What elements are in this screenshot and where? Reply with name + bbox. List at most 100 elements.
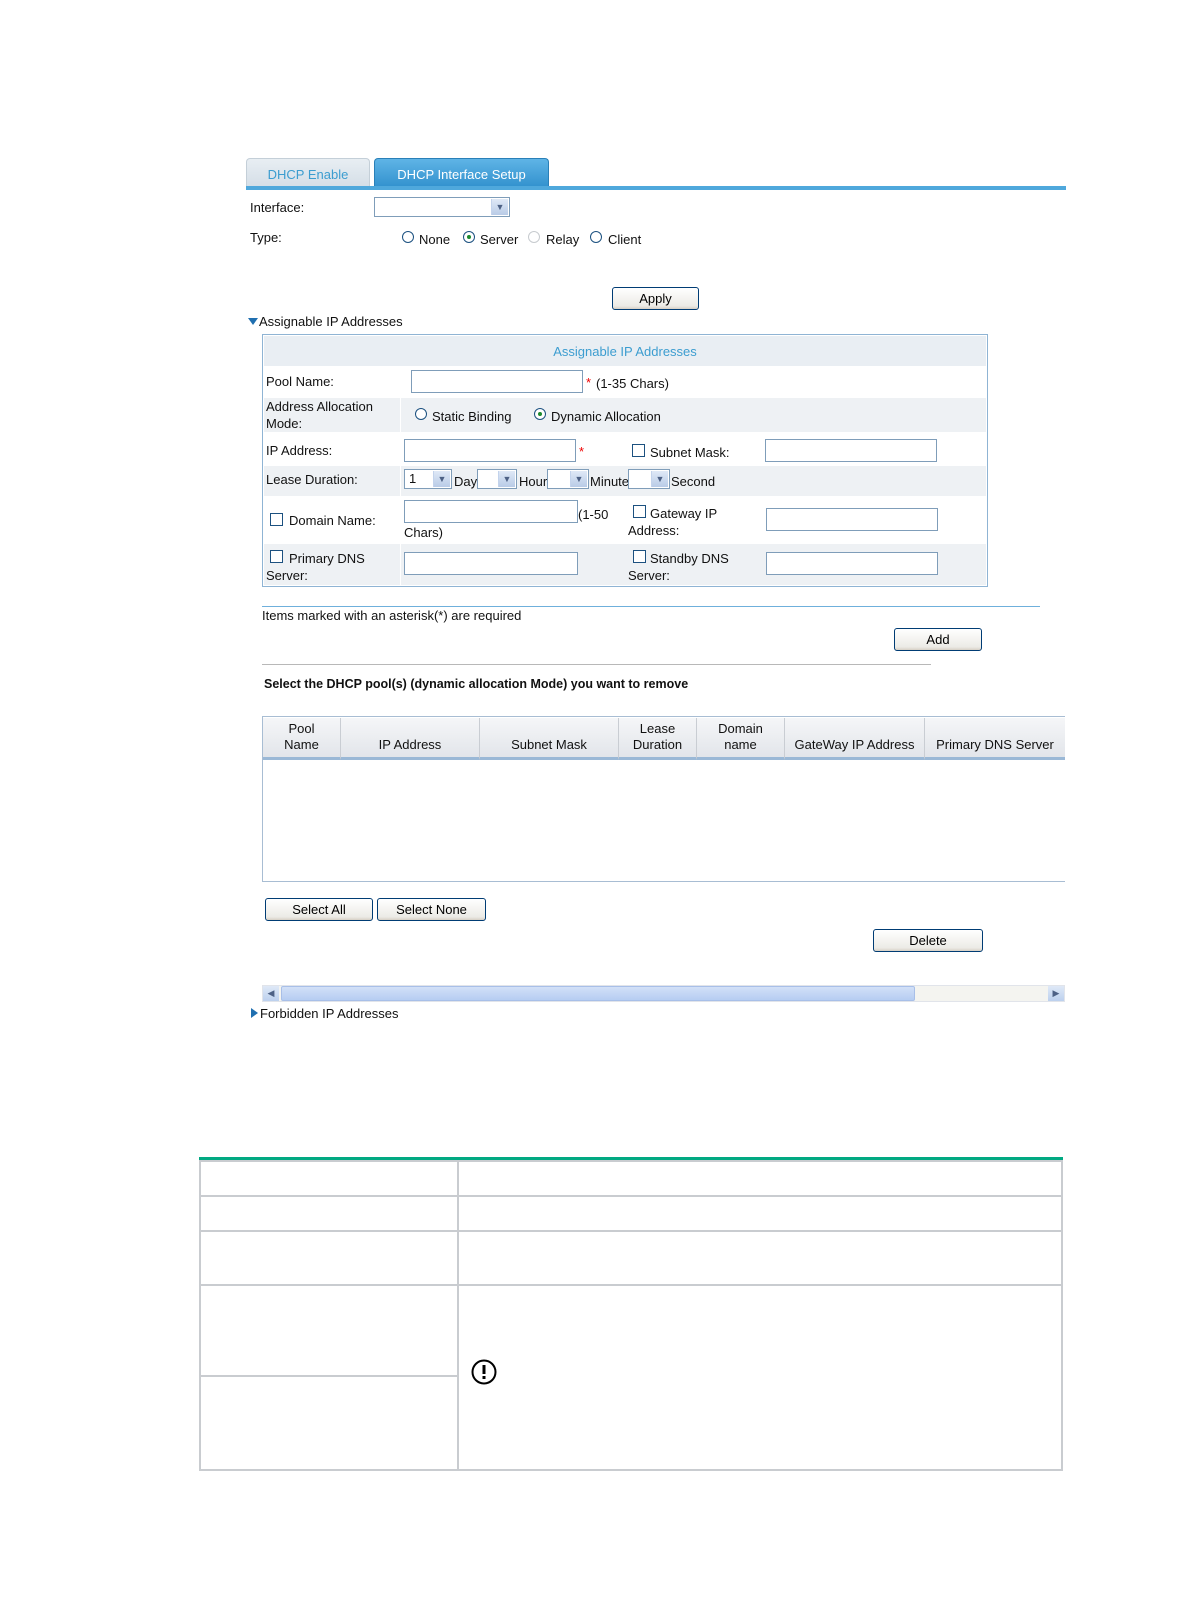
second-label: Second [671,474,716,489]
lease-minute-select[interactable]: ▼ [547,469,589,489]
required-asterisk: * [586,375,592,390]
domain-name-label: Domain Name: [289,513,376,528]
scroll-right-icon[interactable]: ▶ [1048,986,1064,1001]
table-cell [457,1284,1063,1471]
type-relay-label: Relay [546,232,580,247]
subnet-mask-input[interactable] [765,439,937,462]
grid-header-primary-dns-text: Primary DNS Server [936,737,1054,752]
apply-button[interactable]: Apply [612,287,699,310]
standby-dns-label: Standby DNS [650,551,729,566]
pool-name-label: Pool Name: [266,374,334,389]
grid-header-lease-duration[interactable]: Lease Duration [619,718,697,760]
grid-header-domain-name[interactable]: Domain name [697,718,785,760]
select-none-button[interactable]: Select None [377,898,486,921]
lease-second-select[interactable]: ▼ [628,469,670,489]
pool-name-input[interactable] [411,370,583,393]
ip-address-input[interactable] [404,439,576,462]
grid-header-domain-name-text: Domain name [718,721,763,752]
select-all-button[interactable]: Select All [265,898,373,921]
grid-header-pool-name-text: Pool Name [284,721,319,752]
collapsed-triangle-icon[interactable] [251,1008,258,1018]
gateway-ip-input[interactable] [766,508,938,531]
important-icon [471,1359,497,1385]
gateway-ip-label: Gateway IP [650,506,718,521]
chevron-down-icon: ▼ [651,471,668,487]
gateway-ip-label-2: Address: [628,523,680,538]
standby-dns-checkbox[interactable] [633,550,646,563]
type-server-radio[interactable] [463,231,475,243]
ip-address-label: IP Address: [266,443,333,458]
table-cell [457,1230,1063,1286]
domain-name-checkbox[interactable] [270,513,283,526]
divider [262,664,931,665]
table-cell [199,1375,459,1471]
primary-dns-label: Primary DNS [289,551,365,566]
alloc-static-radio[interactable] [415,408,427,420]
grid-header-gateway-ip[interactable]: GateWay IP Address [785,718,925,760]
scrollbar-thumb[interactable] [281,986,915,1001]
table-cell [199,1230,459,1286]
tab-dhcp-enable[interactable]: DHCP Enable [246,158,370,189]
chevron-down-icon: ▼ [498,471,515,487]
grid-header-subnet-mask-text: Subnet Mask [511,737,587,752]
tab-dhcp-interface-setup[interactable]: DHCP Interface Setup [374,158,549,189]
forbidden-section-toggle[interactable]: Forbidden IP Addresses [260,1006,399,1022]
grid-header-lease-duration-text: Lease Duration [632,721,683,752]
subnet-mask-label: Subnet Mask: [650,445,730,460]
required-note: Items marked with an asterisk(*) are req… [262,608,522,623]
subnet-mask-checkbox[interactable] [632,444,645,457]
standby-dns-label-2: Server: [628,568,670,583]
type-server-label: Server [480,232,519,247]
interface-select[interactable]: ▼ [374,197,510,217]
alloc-static-label: Static Binding [432,409,512,424]
primary-dns-checkbox[interactable] [270,550,283,563]
primary-dns-label-2: Server: [266,568,308,583]
alloc-mode-label: Address Allocation [266,399,373,414]
lease-hour-select[interactable]: ▼ [477,469,517,489]
type-client-label: Client [608,232,642,247]
add-button[interactable]: Add [894,628,982,651]
col-divider [400,366,401,585]
type-relay-radio[interactable] [528,231,540,243]
remove-prompt: Select the DHCP pool(s) (dynamic allocat… [264,677,689,691]
tab-underline [246,186,1066,190]
alloc-dynamic-radio[interactable] [534,408,546,420]
tab-dhcp-enable-label: DHCP Enable [267,166,349,182]
tab-dhcp-interface-setup-label: DHCP Interface Setup [397,166,526,182]
grid-header-ip-address-text: IP Address [378,737,442,752]
scroll-left-icon[interactable]: ◀ [263,986,279,1001]
required-asterisk: * [579,444,585,459]
grid-header-ip-address[interactable]: IP Address [341,718,480,760]
type-label: Type: [250,230,282,245]
interface-label: Interface: [250,200,305,215]
domain-hint-2: Chars) [404,525,444,540]
grid-header-subnet-mask[interactable]: Subnet Mask [480,718,619,760]
lease-day-select[interactable]: 1 ▼ [404,469,452,489]
assignable-section-toggle[interactable]: Assignable IP Addresses [259,314,403,330]
table-cell [457,1160,1063,1197]
domain-name-input[interactable] [404,500,578,523]
standby-dns-input[interactable] [766,552,938,575]
panel-title: Assignable IP Addresses [553,344,697,359]
lease-duration-label: Lease Duration: [266,472,358,487]
hour-label: Hour [519,474,548,489]
minute-label: Minute [590,474,630,489]
alloc-mode-label-2: Mode: [266,416,303,431]
grid-header-gateway-ip-text: GateWay IP Address [794,737,915,752]
pool-name-hint: (1-35 Chars) [596,376,669,391]
gateway-ip-checkbox[interactable] [633,505,646,518]
domain-hint: (1-50 [578,507,609,522]
grid-header-primary-dns[interactable]: Primary DNS Server [925,718,1065,760]
table-cell [199,1284,459,1377]
type-client-radio[interactable] [590,231,602,243]
grid-header-pool-name[interactable]: Pool Name [263,718,341,760]
alloc-dynamic-label: Dynamic Allocation [551,409,661,424]
type-none-radio[interactable] [402,231,414,243]
table-cell [199,1160,459,1197]
delete-button[interactable]: Delete [873,929,983,952]
chevron-down-icon: ▼ [433,471,450,487]
primary-dns-input[interactable] [404,552,578,575]
chevron-down-icon: ▼ [491,199,508,215]
type-none-label: None [419,232,451,247]
expanded-triangle-icon[interactable] [248,318,258,325]
